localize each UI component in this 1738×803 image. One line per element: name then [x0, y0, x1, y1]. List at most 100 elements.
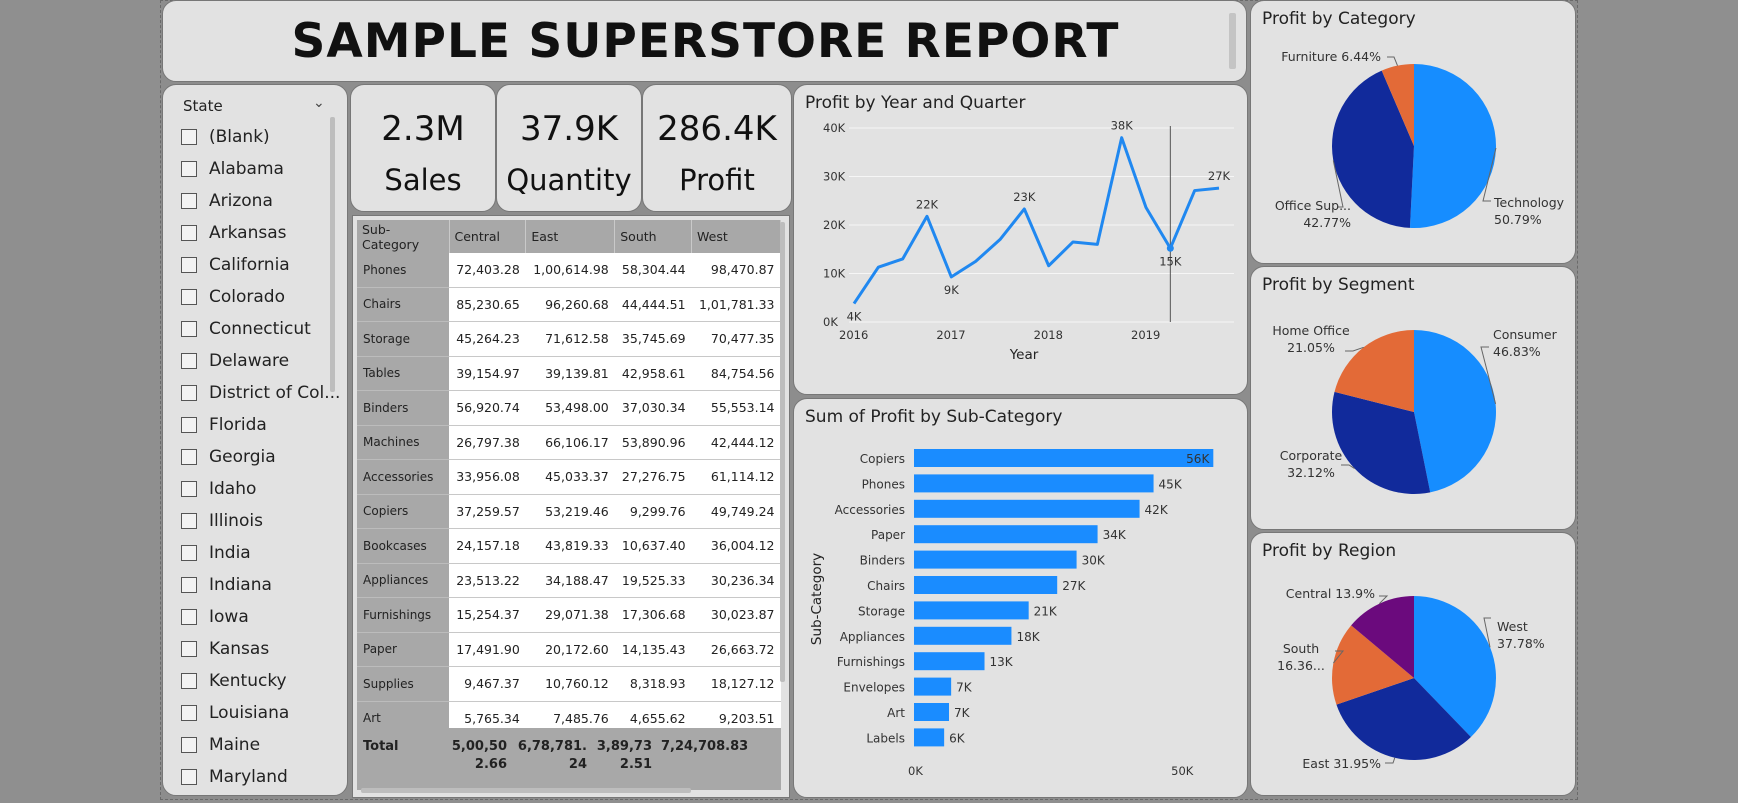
table-cell: 29,071.38 [525, 597, 615, 633]
slicer-checkbox[interactable] [181, 545, 197, 561]
matrix-horizontal-scrollbar[interactable] [361, 788, 691, 793]
table-cell: 61,114.12 [691, 459, 781, 495]
table-cell: 53,498.00 [525, 390, 615, 426]
slicer-item[interactable]: Kentucky [181, 665, 340, 697]
table-cell: 9,467.37 [449, 666, 526, 702]
column-header-east[interactable]: East [525, 220, 616, 253]
slicer-checkbox[interactable] [181, 737, 197, 753]
column-header-south[interactable]: South [614, 220, 693, 253]
total-label: Total [363, 739, 399, 754]
slicer-scrollbar[interactable] [330, 117, 335, 392]
kpi-sales-label: Sales [384, 163, 462, 197]
pie-segment: Consumer 46.83% Corporate 32.12% Home Office… [1272, 323, 1558, 494]
slicer-checkbox[interactable] [181, 385, 197, 401]
slicer-item[interactable]: Arizona [181, 185, 340, 217]
slicer-item[interactable]: Maryland [181, 761, 340, 793]
slicer-checkbox[interactable] [181, 705, 197, 721]
table-cell: 45,033.37 [525, 459, 615, 495]
slicer-item[interactable]: Idaho [181, 473, 340, 505]
slicer-checkbox[interactable] [181, 769, 197, 785]
slicer-checkbox[interactable] [181, 161, 197, 177]
category-label: Binders [860, 554, 905, 568]
slicer-checkbox[interactable] [181, 289, 197, 305]
column-header-west[interactable]: West [691, 220, 781, 253]
slicer-item[interactable]: India [181, 537, 340, 569]
table-row: Accessories 33,956.08 45,033.37 27,276.75 61… [357, 459, 781, 495]
slice-label: Office Sup... [1275, 198, 1351, 213]
total-central: 5,00,502.66 [451, 739, 507, 772]
table-cell: 56,920.74 [449, 390, 526, 426]
slicer-item[interactable]: District of Col... [181, 377, 340, 409]
table-cell: 45,264.23 [449, 321, 526, 357]
table-row: Phones 72,403.28 1,00,614.98 58,304.44 98,47… [357, 253, 781, 288]
slicer-checkbox[interactable] [181, 577, 197, 593]
slicer-item[interactable]: Connecticut [181, 313, 340, 345]
slicer-item[interactable]: Delaware [181, 345, 340, 377]
header-scrollbar[interactable] [1229, 13, 1236, 69]
slicer-item[interactable]: Iowa [181, 601, 340, 633]
table-row: Furnishings 15,254.37 29,071.38 17,306.68 30… [357, 597, 781, 633]
slicer-checkbox[interactable] [181, 513, 197, 529]
slicer-checkbox[interactable] [181, 353, 197, 369]
slicer-checkbox[interactable] [181, 449, 197, 465]
data-label: 27K [1208, 169, 1231, 183]
slicer-checkbox[interactable] [181, 417, 197, 433]
slicer-item[interactable]: Colorado [181, 281, 340, 313]
slicer-item[interactable]: Arkansas [181, 217, 340, 249]
slicer-item-label: Kentucky [209, 671, 287, 691]
table-cell: 36,004.12 [691, 528, 781, 564]
slicer-checkbox[interactable] [181, 129, 197, 145]
slicer-item[interactable]: Alabama [181, 153, 340, 185]
slicer-checkbox[interactable] [181, 641, 197, 657]
slicer-checkbox[interactable] [181, 673, 197, 689]
slice-label: 46.83% [1493, 344, 1541, 359]
bar-data-label: 18K [1016, 630, 1040, 644]
table-cell: 37,259.57 [449, 494, 526, 529]
slicer-item[interactable]: Georgia [181, 441, 340, 473]
table-cell: 53,890.96 [614, 425, 692, 460]
category-label: Envelopes [843, 681, 905, 695]
slicer-checkbox[interactable] [181, 481, 197, 497]
slicer-item[interactable]: Kansas [181, 633, 340, 665]
leader-line [1385, 757, 1396, 764]
chevron-down-icon[interactable]: ⌄ [313, 95, 325, 111]
category-label: Labels [866, 731, 905, 745]
slicer-item[interactable]: Louisiana [181, 697, 340, 729]
category-label: Paper [871, 528, 905, 542]
slicer-item[interactable]: Florida [181, 409, 340, 441]
table-cell: 18,127.12 [691, 666, 781, 702]
table-row: Binders 56,920.74 53,498.00 37,030.34 55,553… [357, 390, 781, 426]
slicer-item-label: Kansas [209, 639, 270, 659]
y-tick-label: 30K [823, 170, 846, 184]
slicer-checkbox[interactable] [181, 193, 197, 209]
column-header-central[interactable]: Central [449, 220, 527, 253]
bar [914, 703, 949, 721]
category-label: Copiers [860, 452, 905, 466]
table-cell: 30,023.87 [691, 597, 781, 633]
slicer-item[interactable]: Indiana [181, 569, 340, 601]
slicer-checkbox[interactable] [181, 609, 197, 625]
profit-matrix: Sub-Category Central East South West Pho… [352, 215, 790, 798]
slicer-item[interactable]: California [181, 249, 340, 281]
bar [914, 652, 985, 671]
slicer-item[interactable]: Maine [181, 729, 340, 761]
row-header-cell: Furnishings [357, 597, 449, 633]
category-label: Appliances [840, 630, 905, 644]
bar [914, 677, 952, 696]
data-label: 4K [847, 310, 862, 324]
slicer-item[interactable]: (Blank) [181, 121, 340, 153]
matrix-vertical-scrollbar[interactable] [780, 222, 785, 682]
pie-segment-card: Profit by Segment Consumer 46.83% Corporat… [1250, 266, 1576, 530]
report-header: SAMPLE SUPERSTORE REPORT [162, 0, 1247, 82]
kpi-sales: 2.3M Sales [350, 84, 496, 212]
table-row: Storage 45,264.23 71,612.58 35,745.69 70,477… [357, 321, 781, 357]
slicer-item[interactable]: Illinois [181, 505, 340, 537]
slicer-checkbox[interactable] [181, 257, 197, 273]
slicer-checkbox[interactable] [181, 321, 197, 337]
row-header-cell: Storage [357, 321, 449, 357]
slice-label: South [1283, 641, 1319, 656]
slicer-item-label: Arizona [209, 191, 273, 211]
table-cell: 10,760.12 [525, 666, 615, 702]
slicer-checkbox[interactable] [181, 225, 197, 241]
column-header-subcategory[interactable]: Sub-Category [357, 220, 450, 253]
